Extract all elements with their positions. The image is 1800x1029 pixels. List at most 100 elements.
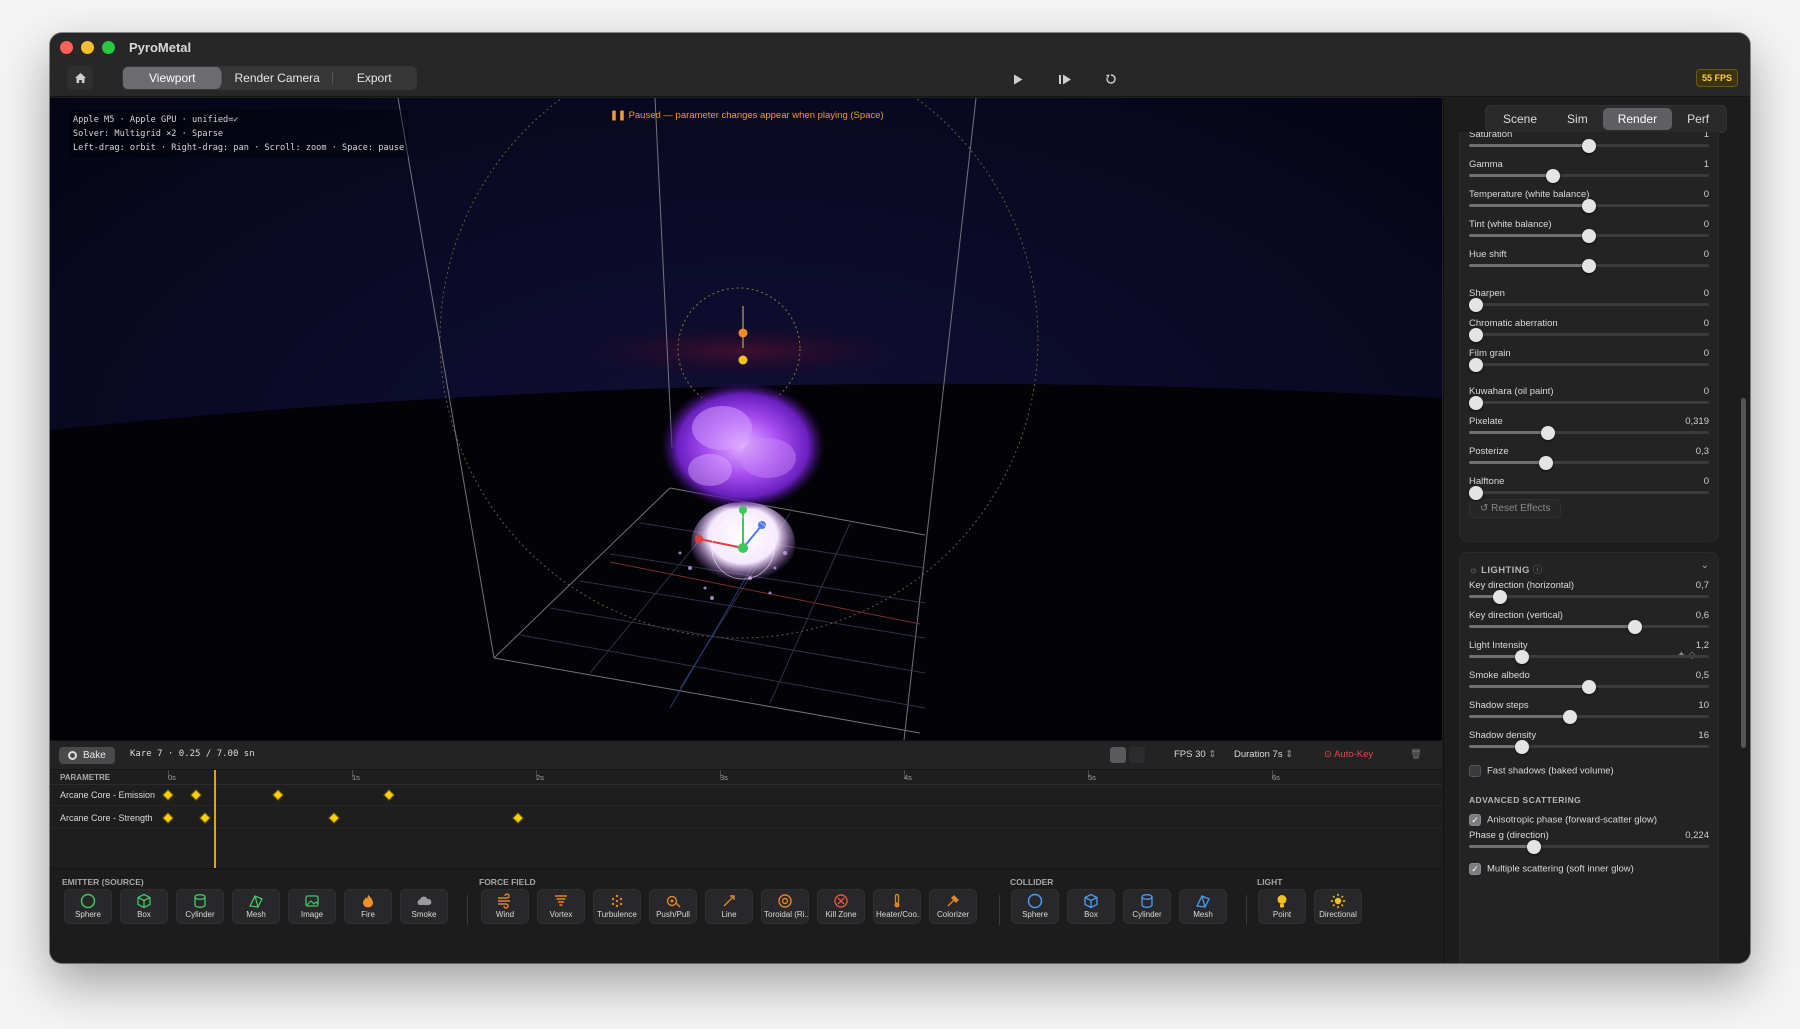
slider-thumb[interactable] xyxy=(1582,229,1596,243)
multiple-scattering-checkbox[interactable]: ✓ Multiple scattering (soft inner glow) xyxy=(1469,863,1709,879)
slider-track[interactable] xyxy=(1469,139,1709,153)
slider-track[interactable] xyxy=(1469,259,1709,273)
slider-track[interactable] xyxy=(1469,740,1709,754)
collider-box-button[interactable]: Box xyxy=(1067,889,1115,924)
playhead[interactable] xyxy=(214,770,216,869)
slider-temperature-white-balance[interactable]: Temperature (white balance) 0 xyxy=(1469,189,1709,219)
force-wind-button[interactable]: Wind xyxy=(481,889,529,924)
inspector-scroll-area[interactable]: ↺ Reset Effects Saturation 1 Gamma 1 Tempera… xyxy=(1459,132,1719,962)
slider-halftone[interactable]: Halftone 0 xyxy=(1469,476,1709,506)
slider-thumb[interactable] xyxy=(1541,426,1556,440)
slider-chromatic-aberration[interactable]: Chromatic aberration 0 xyxy=(1469,318,1709,348)
slider-gamma[interactable]: Gamma 1 xyxy=(1469,159,1709,189)
slider-shadow-density[interactable]: Shadow density 16 xyxy=(1469,730,1709,760)
step-button[interactable] xyxy=(1054,69,1076,89)
emitter-fire-button[interactable]: Fire xyxy=(344,889,392,924)
slider-light-intensity[interactable]: Light Intensity 1,2 xyxy=(1469,640,1709,670)
slider-thumb[interactable] xyxy=(1582,199,1596,213)
force-toroidal-button[interactable]: Toroidal (Ri... xyxy=(761,889,809,924)
tab-sim[interactable]: Sim xyxy=(1552,108,1603,130)
keyframe-marker[interactable] xyxy=(189,789,202,801)
slider-track[interactable] xyxy=(1469,620,1709,634)
slider-hue-shift[interactable]: Hue shift 0 xyxy=(1469,249,1709,279)
3d-viewport[interactable]: Apple M5 · Apple GPU · unified=✓ Solver:… xyxy=(50,98,1442,740)
slider-track[interactable] xyxy=(1469,358,1709,372)
auto-key-button[interactable]: ⊙ Auto-Key xyxy=(1324,749,1373,760)
tab-scene[interactable]: Scene xyxy=(1488,108,1552,130)
slider-thumb[interactable] xyxy=(1582,139,1596,153)
slider-track[interactable] xyxy=(1469,298,1709,312)
tab-perf[interactable]: Perf xyxy=(1672,108,1724,130)
emitter-image-button[interactable]: Image xyxy=(288,889,336,924)
slider-track[interactable] xyxy=(1469,229,1709,243)
slider-thumb[interactable] xyxy=(1469,298,1484,312)
slider-thumb[interactable] xyxy=(1469,328,1484,342)
slider-key-direction-horizontal[interactable]: Key direction (horizontal) 0,7 xyxy=(1469,580,1709,610)
slider-thumb[interactable] xyxy=(1514,650,1529,664)
slider-shadow-steps[interactable]: Shadow steps 10 xyxy=(1469,700,1709,730)
anisotropic-phase-checkbox[interactable]: ✓ Anisotropic phase (forward-scatter glow… xyxy=(1469,814,1709,830)
slider-track[interactable] xyxy=(1469,680,1709,694)
collider-cylinder-button[interactable]: Cylinder xyxy=(1123,889,1171,924)
slider-thumb[interactable] xyxy=(1546,169,1560,183)
force-line-button[interactable]: Line xyxy=(705,889,753,924)
tab-export[interactable]: Export xyxy=(333,67,416,89)
play-button[interactable] xyxy=(1007,69,1029,89)
tab-render[interactable]: Render xyxy=(1602,108,1673,130)
minimize-window-button[interactable] xyxy=(81,40,94,54)
tab-render-camera[interactable]: Render Camera xyxy=(222,67,331,89)
force-vortex-button[interactable]: Vortex xyxy=(537,889,585,924)
lighting-header[interactable]: ☼ LIGHTING ⓘ xyxy=(1469,562,1543,576)
collider-mesh-button[interactable]: Mesh xyxy=(1179,889,1227,924)
slider-track[interactable] xyxy=(1469,456,1709,470)
keyframe-mode-toggle[interactable] xyxy=(1110,747,1145,763)
keyframe-marker[interactable] xyxy=(199,812,211,824)
slider-posterize[interactable]: Posterize 0,3 xyxy=(1469,446,1709,476)
slider-thumb[interactable] xyxy=(1493,590,1508,604)
slider-pixelate[interactable]: Pixelate 0,319 xyxy=(1469,416,1709,446)
chevron-down-icon[interactable]: ⌄ xyxy=(1701,560,1709,571)
keyframe-marker[interactable] xyxy=(511,812,524,824)
slider-kuwahara-oil-paint[interactable]: Kuwahara (oil paint) 0 xyxy=(1469,386,1709,416)
slider-sharpen[interactable]: Sharpen 0 xyxy=(1469,288,1709,318)
slider-phase-g[interactable]: Phase g (direction) 0,224 xyxy=(1469,830,1709,860)
timeline-track[interactable]: Arcane Core - Strength xyxy=(50,809,1442,829)
close-window-button[interactable] xyxy=(60,40,73,54)
slider-thumb[interactable] xyxy=(1627,620,1642,634)
slider-track[interactable] xyxy=(1469,590,1709,604)
inspector-scrollbar[interactable] xyxy=(1741,398,1746,748)
emitter-mesh-button[interactable]: Mesh xyxy=(232,889,280,924)
slider-thumb[interactable] xyxy=(1582,680,1596,694)
slider-track[interactable] xyxy=(1469,710,1709,724)
bake-button[interactable]: Bake xyxy=(59,747,115,764)
slider-smoke-albedo[interactable]: Smoke albedo 0,5 xyxy=(1469,670,1709,700)
fast-shadows-checkbox[interactable]: Fast shadows (baked volume) xyxy=(1469,765,1709,781)
slider-thumb[interactable] xyxy=(1469,358,1484,372)
slider-thumb[interactable] xyxy=(1514,740,1529,754)
tab-viewport[interactable]: Viewport xyxy=(123,67,222,89)
duration-stepper[interactable]: Duration 7s ⇕ xyxy=(1234,749,1293,760)
light-point-button[interactable]: Point xyxy=(1258,889,1306,924)
light-directional-button[interactable]: Directional xyxy=(1314,889,1362,924)
home-button[interactable] xyxy=(67,66,93,90)
slider-thumb[interactable] xyxy=(1469,396,1484,410)
force-kill-zone-button[interactable]: Kill Zone xyxy=(817,889,865,924)
force-heater-cooler-button[interactable]: Heater/Coo... xyxy=(873,889,921,924)
keyframe-marker[interactable] xyxy=(327,812,340,824)
slider-track[interactable] xyxy=(1469,486,1709,500)
keyframe-marker[interactable] xyxy=(272,789,285,801)
slider-tint-white-balance[interactable]: Tint (white balance) 0 xyxy=(1469,219,1709,249)
slider-track[interactable] xyxy=(1469,199,1709,213)
emitter-cylinder-button[interactable]: Cylinder xyxy=(176,889,224,924)
slider-key-direction-vertical[interactable]: Key direction (vertical) 0,6 xyxy=(1469,610,1709,640)
zoom-window-button[interactable] xyxy=(102,40,115,54)
slider-thumb[interactable] xyxy=(1469,486,1484,500)
slider-saturation[interactable]: Saturation 1 xyxy=(1469,132,1709,159)
slider-track[interactable] xyxy=(1469,169,1709,183)
keyframe-marker[interactable] xyxy=(383,789,395,801)
slider-track[interactable] xyxy=(1469,840,1709,854)
slider-film-grain[interactable]: Film grain 0 xyxy=(1469,348,1709,378)
emitter-smoke-button[interactable]: Smoke xyxy=(400,889,448,924)
keyframe-marker[interactable] xyxy=(162,812,174,824)
timeline-track[interactable]: Arcane Core - Emission xyxy=(50,786,1442,806)
